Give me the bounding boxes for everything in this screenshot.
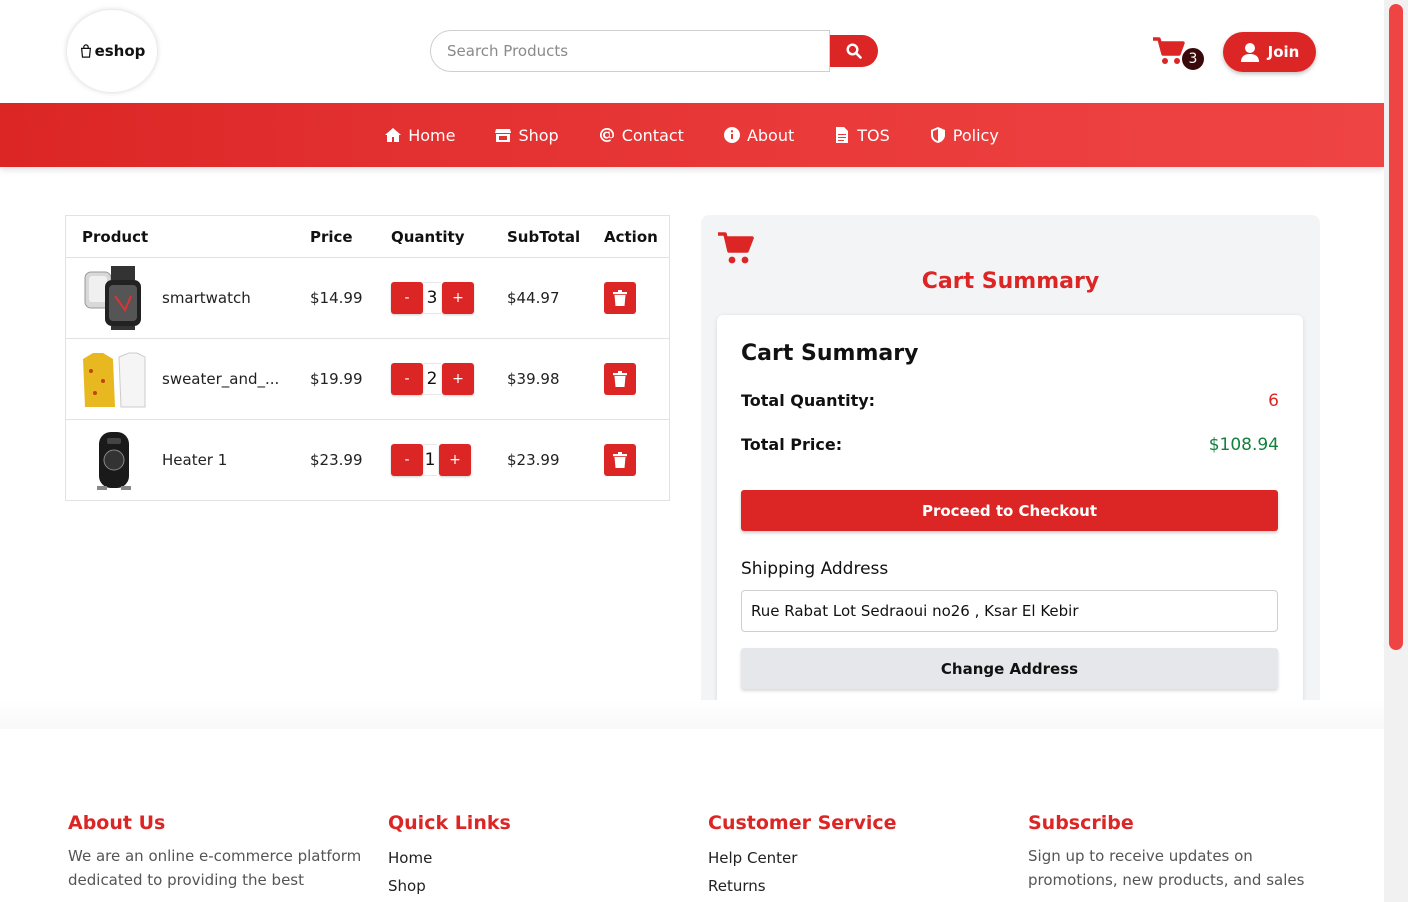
site-header: eshop 3 Join [0, 0, 1384, 103]
product-image-sweater [83, 352, 146, 408]
main-nav: Home Shop Contact About TOS Policy [0, 103, 1384, 167]
store-icon [495, 129, 512, 142]
summary-card: Cart Summary Total Quantity: 6 Total Pri… [717, 315, 1303, 712]
column-header: Action [604, 228, 658, 246]
quantity-decrease-button[interactable]: - [391, 363, 423, 395]
footer-subscribe-text: Sign up to receive updates on promotions… [1028, 847, 1305, 889]
quantity-decrease-button[interactable]: - [391, 282, 423, 314]
product-image-heater [97, 432, 131, 490]
summary-card-title: Cart Summary [741, 341, 919, 366]
footer-about-text: We are an online e-commerce platform ded… [68, 847, 362, 889]
footer-customer-service: Customer Service Help Center Returns [708, 812, 1008, 900]
quantity-value: 1 [423, 444, 437, 476]
trash-icon [613, 452, 627, 468]
nav-item-policy[interactable]: Policy [930, 126, 999, 145]
at-icon [599, 127, 614, 142]
quantity-increase-button[interactable]: + [442, 282, 474, 314]
footer-subscribe: Subscribe Sign up to receive updates on … [1028, 812, 1328, 892]
nav-item-home[interactable]: Home [385, 126, 455, 145]
footer-link[interactable]: Help Center [708, 844, 1008, 872]
shipping-address-field[interactable] [741, 590, 1278, 632]
shield-icon [930, 127, 945, 143]
delete-item-button[interactable] [604, 444, 636, 476]
scrollbar-thumb[interactable] [1389, 4, 1403, 650]
cart-button[interactable]: 3 [1152, 36, 1208, 72]
trash-icon [613, 290, 627, 306]
nav-label: Policy [952, 125, 999, 145]
product-name: Heater 1 [162, 451, 228, 469]
product-price: $19.99 [310, 370, 363, 388]
row-subtotal: $44.97 [507, 289, 560, 307]
footer-about: About Us We are an online e-commerce pla… [68, 812, 368, 892]
cart-table: Product Price Quantity SubTotal Action s… [65, 215, 670, 501]
nav-item-contact[interactable]: Contact [599, 126, 684, 145]
quantity-decrease-button[interactable]: - [391, 444, 423, 476]
nav-item-tos[interactable]: TOS [834, 126, 890, 145]
document-icon [836, 127, 849, 143]
column-header: Product [82, 228, 149, 246]
delete-item-button[interactable] [604, 282, 636, 314]
info-icon [723, 127, 740, 143]
nav-label: Home [408, 125, 456, 145]
shipping-address-label: Shipping Address [741, 559, 889, 579]
column-header: Quantity [391, 228, 465, 246]
trash-icon [613, 371, 627, 387]
nav-label: TOS [857, 125, 890, 145]
product-price: $14.99 [310, 289, 363, 307]
footer-heading: Subscribe [1028, 812, 1134, 834]
checkout-button[interactable]: Proceed to Checkout [741, 490, 1278, 531]
footer-link[interactable]: Home [388, 844, 688, 872]
quantity-value: 3 [423, 282, 441, 314]
quantity-increase-button[interactable]: + [442, 363, 474, 395]
footer-heading: Quick Links [388, 812, 511, 834]
footer-heading: Customer Service [708, 812, 897, 834]
cart-summary-panel: Cart Summary Cart Summary Total Quantity… [701, 215, 1320, 729]
quantity-increase-button[interactable]: + [439, 444, 471, 476]
total-quantity-label: Total Quantity: [741, 391, 876, 410]
footer-link[interactable]: Shop [388, 872, 688, 900]
table-row: smartwatch $14.99 - 3 + $44.97 [66, 258, 669, 339]
search-icon [846, 43, 862, 59]
nav-label: About [746, 125, 795, 145]
column-header: Price [310, 228, 353, 246]
total-price-value: $108.94 [1208, 435, 1279, 455]
product-name: smartwatch [162, 289, 251, 307]
nav-label: Shop [518, 125, 559, 145]
home-icon [385, 128, 402, 142]
product-image-smartwatch [84, 266, 141, 330]
cart-count-badge: 3 [1180, 46, 1206, 72]
row-subtotal: $39.98 [507, 370, 560, 388]
product-price: $23.99 [310, 451, 363, 469]
nav-label: Contact [621, 125, 684, 145]
total-quantity-value: 6 [1268, 391, 1279, 411]
product-name: sweater_and_... [162, 370, 280, 388]
footer-link[interactable]: Returns [708, 872, 1008, 900]
logo[interactable]: eshop [67, 10, 157, 92]
footer-quick-links: Quick Links Home Shop [388, 812, 688, 900]
delete-item-button[interactable] [604, 363, 636, 395]
logo-text: eshop [94, 42, 146, 60]
table-header: Product Price Quantity SubTotal Action [66, 216, 669, 258]
footer-heading: About Us [68, 812, 166, 834]
total-price-label: Total Price: [741, 435, 843, 454]
nav-item-about[interactable]: About [723, 125, 795, 145]
quantity-value: 2 [423, 363, 441, 395]
row-subtotal: $23.99 [507, 451, 560, 469]
nav-item-shop[interactable]: Shop [495, 125, 559, 145]
column-header: SubTotal [507, 228, 581, 246]
page-scrollbar[interactable] [1384, 0, 1408, 902]
user-icon [1240, 43, 1259, 62]
join-button[interactable]: Join [1223, 32, 1316, 72]
cart-icon [718, 232, 754, 264]
shopping-bag-icon [80, 44, 91, 58]
search-button[interactable] [830, 35, 878, 67]
change-address-button[interactable]: Change Address [741, 648, 1278, 689]
footer-divider [0, 700, 1384, 730]
join-label: Join [1267, 43, 1300, 61]
summary-panel-title: Cart Summary [921, 269, 1100, 294]
table-row: Heater 1 $23.99 - 1 + $23.99 [66, 420, 669, 501]
search-input[interactable] [430, 30, 830, 72]
table-row: sweater_and_... $19.99 - 2 + $39.98 [66, 339, 669, 420]
site-footer: About Us We are an online e-commerce pla… [0, 729, 1384, 902]
